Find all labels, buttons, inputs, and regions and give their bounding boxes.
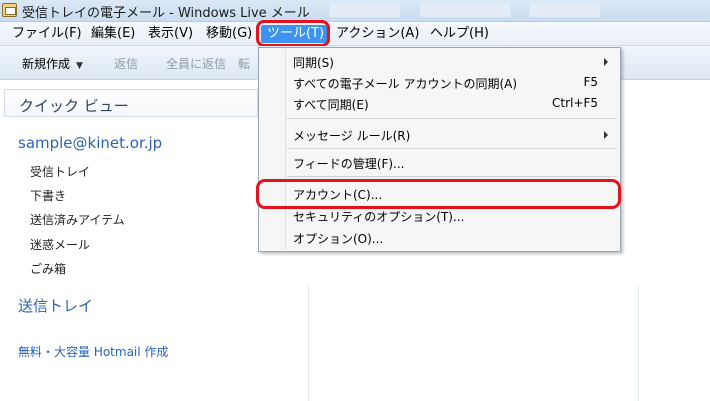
tools-dropdown-menu: 同期(S) すべての電子メール アカウントの同期(A) F5 すべて同期(E) … <box>258 47 621 252</box>
menu-item-label: すべて同期(E) <box>293 98 369 112</box>
menu-separator <box>287 176 617 177</box>
menu-item-shortcut: F5 <box>583 75 598 89</box>
menu-item-label: セキュリティのオプション(T)... <box>293 210 465 224</box>
menu-bar: ファイル(F) 編集(E) 表示(V) 移動(G) ツール(T) アクション(A… <box>0 22 710 46</box>
reply-button[interactable]: 返信 <box>114 55 138 72</box>
folder-drafts[interactable]: 下書き <box>30 187 66 204</box>
menu-help[interactable]: ヘルプ(H) <box>428 25 491 43</box>
submenu-arrow-icon <box>604 131 608 139</box>
menu-item-manage-feeds[interactable]: フィードの管理(F)... <box>259 152 620 174</box>
column-divider <box>308 286 309 401</box>
window-title: 受信トレイの電子メール - Windows Live メール <box>22 6 310 21</box>
mail-app-icon <box>2 3 17 17</box>
menu-go[interactable]: 移動(G) <box>204 25 254 43</box>
faded-background-region <box>420 3 510 17</box>
menu-item-label: すべての電子メール アカウントの同期(A) <box>293 77 518 91</box>
menu-separator <box>287 118 617 119</box>
menu-item-label: オプション(O)... <box>293 232 384 246</box>
menu-item-sync-all[interactable]: すべて同期(E) Ctrl+F5 <box>259 93 620 115</box>
submenu-arrow-icon <box>604 58 608 66</box>
new-button-label: 新規作成 <box>22 57 71 71</box>
menu-item-label: 同期(S) <box>293 56 334 70</box>
menu-item-label: メッセージ ルール(R) <box>293 129 411 143</box>
menu-item-message-rules[interactable]: メッセージ ルール(R) <box>259 124 620 146</box>
quick-view-label: クイック ビュー <box>19 97 129 115</box>
folder-inbox[interactable]: 受信トレイ <box>30 163 90 180</box>
menu-separator <box>287 148 617 149</box>
menu-item-shortcut: Ctrl+F5 <box>552 96 598 110</box>
chevron-down-icon[interactable]: ▼ <box>76 61 83 71</box>
menu-file[interactable]: ファイル(F) <box>10 25 84 43</box>
folder-pane: クイック ビュー sample@kinet.or.jp 受信トレイ 下書き 送信… <box>0 81 258 401</box>
tools-menu-highlight-outline <box>256 20 330 47</box>
hotmail-signup-link[interactable]: 無料・大容量 Hotmail 作成 <box>18 343 168 360</box>
new-button[interactable]: 新規作成 ▼ <box>22 55 83 72</box>
menu-edit[interactable]: 編集(E) <box>89 25 137 43</box>
faded-background-region <box>530 3 600 17</box>
folder-deleted[interactable]: ごみ箱 <box>30 260 66 277</box>
menu-item-sync-all-email[interactable]: すべての電子メール アカウントの同期(A) F5 <box>259 72 620 94</box>
column-divider <box>638 286 639 401</box>
forward-button[interactable]: 転 <box>238 55 250 72</box>
folder-sent[interactable]: 送信済みアイテム <box>30 211 125 228</box>
menu-item-options[interactable]: オプション(O)... <box>259 227 620 249</box>
menu-view[interactable]: 表示(V) <box>146 25 195 43</box>
folder-junk[interactable]: 迷惑メール <box>30 236 90 253</box>
account-name[interactable]: sample@kinet.or.jp <box>18 134 162 152</box>
quick-view-header[interactable]: クイック ビュー <box>4 89 258 117</box>
menu-actions[interactable]: アクション(A) <box>334 25 421 43</box>
menu-item-sync[interactable]: 同期(S) <box>259 51 620 73</box>
faded-background-region <box>330 3 400 17</box>
reply-all-button[interactable]: 全員に返信 <box>166 55 226 72</box>
folder-outbox[interactable]: 送信トレイ <box>18 295 93 316</box>
accounts-item-highlight-outline <box>256 179 621 209</box>
menu-item-label: フィードの管理(F)... <box>293 157 405 171</box>
title-bar: 受信トレイの電子メール - Windows Live メール <box>0 0 710 22</box>
